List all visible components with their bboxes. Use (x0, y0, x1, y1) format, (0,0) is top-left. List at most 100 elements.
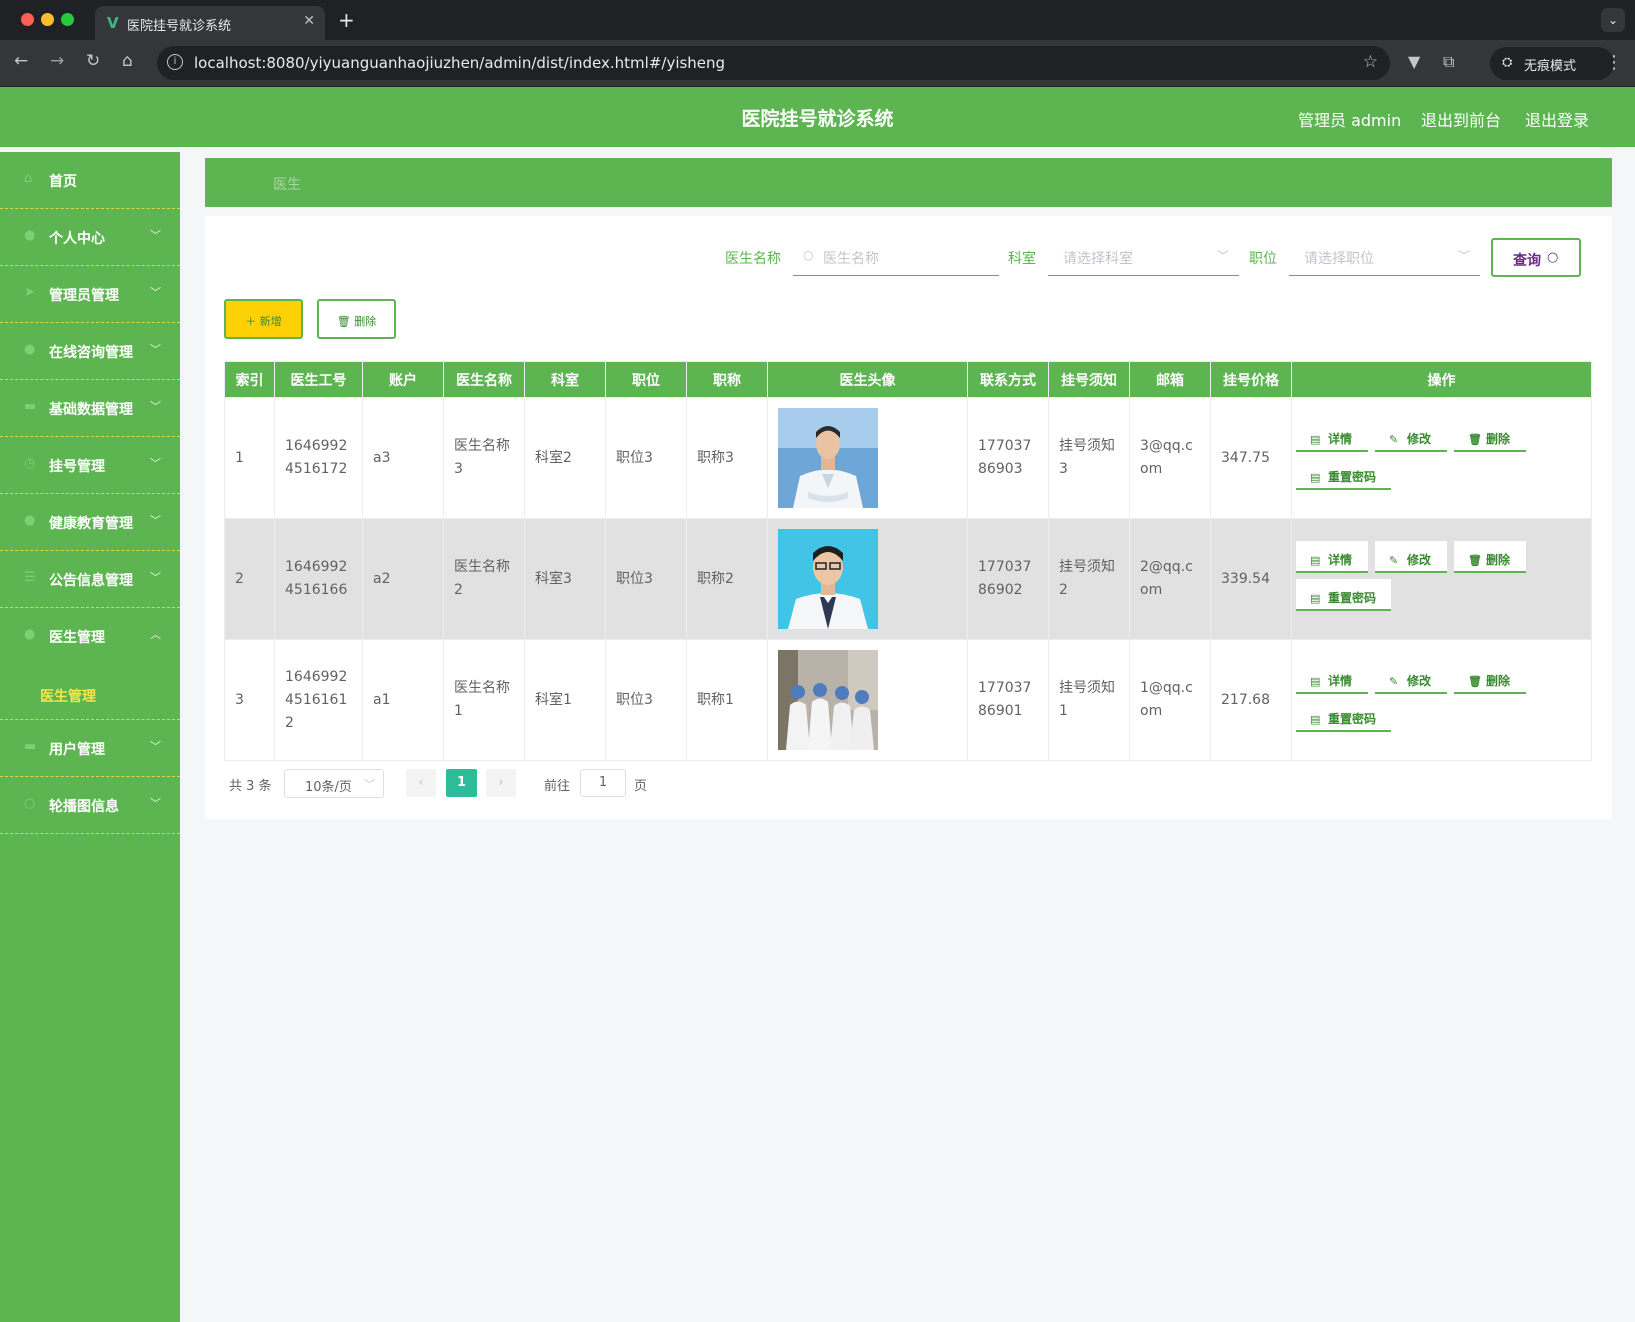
sidebar-item-label: 公告信息管理 (49, 573, 133, 589)
main-panel: 医生名称 ○ 医生名称 科室 请选择科室 ﹀ 职位 请选择职位 ﹀ 查询 ○ ＋… (205, 216, 1612, 819)
column-header: 索引 (224, 361, 275, 398)
forward-icon[interactable]: → (50, 51, 64, 71)
dept-label: 科室 (1008, 251, 1036, 267)
sidebar-item-base-data[interactable]: ▬ 基础数据管理 ﹀ (0, 380, 180, 437)
reset-password-label: 重置密码 (1328, 712, 1377, 726)
user-icon: ● (24, 513, 36, 528)
sidebar-item-label: 用户管理 (49, 742, 105, 758)
sidebar-item-doctor-management[interactable]: ● 医生管理 ︿ (0, 608, 180, 665)
sidebar-item-consult-management[interactable]: ● 在线咨询管理 ﹀ (0, 323, 180, 380)
incognito-badge[interactable]: ⛭ 无痕模式 (1490, 47, 1614, 80)
table-row[interactable]: 3 164699245161612 a1 医生名称1 科室1 职位3 职称1 1… (224, 639, 1592, 761)
column-header: 科室 (524, 361, 606, 398)
reload-icon[interactable]: ↻ (86, 51, 100, 71)
column-header: 账户 (362, 361, 444, 398)
reset-password-button[interactable]: ▤ 重置密码 (1296, 579, 1391, 611)
reset-password-button[interactable]: ▤ 重置密码 (1296, 458, 1391, 490)
circle-icon: ○ (24, 796, 36, 811)
page-number-current[interactable]: 1 (446, 769, 477, 797)
cell-operations: ▤ 详情 ✎ 修改 🗑 删除 ▤ 重置密码 (1291, 518, 1592, 640)
dept-select[interactable]: 请选择科室 ﹀ (1048, 236, 1239, 276)
bookmark-star-icon[interactable]: ☆ (1363, 52, 1378, 72)
cell-dept: 科室1 (524, 639, 606, 761)
list-icon: ☰ (24, 570, 36, 585)
doctor-name-input[interactable]: ○ 医生名称 (793, 236, 999, 276)
doctor-avatar-image (778, 529, 878, 629)
sidebar-item-registration[interactable]: ◷ 挂号管理 ﹀ (0, 437, 180, 494)
reset-password-button[interactable]: ▤ 重置密码 (1296, 700, 1391, 732)
cell-price: 217.68 (1210, 639, 1292, 761)
incognito-label: 无痕模式 (1524, 59, 1577, 74)
back-icon[interactable]: ← (14, 51, 28, 71)
detail-button[interactable]: ▤ 详情 (1296, 420, 1368, 452)
window-minimize-button[interactable] (41, 13, 54, 26)
sidebar-item-label: 基础数据管理 (49, 402, 133, 418)
cell-email: 3@qq.com (1129, 397, 1211, 519)
edit-label: 修改 (1407, 432, 1432, 446)
browser-menu-icon[interactable]: ⋮ (1605, 52, 1623, 73)
sidebar-item-carousel[interactable]: ○ 轮播图信息 ﹀ (0, 777, 180, 834)
vue-devtools-icon[interactable]: ▼ (1408, 52, 1420, 71)
page-size-select[interactable]: 10条/页 ﹀ (284, 769, 384, 798)
delete-button[interactable]: 🗑 删除 (1454, 662, 1526, 694)
query-label: 查询 (1513, 253, 1541, 269)
logout-link[interactable]: 退出登录 (1525, 107, 1589, 131)
tab-search-icon[interactable]: ⌄ (1601, 8, 1625, 32)
edit-button[interactable]: ✎ 修改 (1375, 662, 1447, 694)
browser-tab[interactable]: V 医院挂号就诊系统 ✕ (95, 6, 325, 40)
cell-name: 医生名称1 (443, 639, 525, 761)
sidebar-item-health-education[interactable]: ● 健康教育管理 ﹀ (0, 494, 180, 551)
cell-name: 医生名称2 (443, 518, 525, 640)
add-button[interactable]: ＋ 新增 (224, 299, 303, 339)
url-text[interactable]: localhost:8080/yiyuanguanhaojiuzhen/admi… (194, 54, 725, 72)
edit-button[interactable]: ✎ 修改 (1375, 420, 1447, 452)
goto-page-input[interactable]: 1 (580, 769, 626, 797)
position-select[interactable]: 请选择职位 ﹀ (1289, 236, 1480, 276)
sidebar-item-home[interactable]: ⌂ 首页 (0, 152, 180, 209)
address-bar[interactable]: i localhost:8080/yiyuanguanhaojiuzhen/ad… (157, 46, 1390, 80)
cell-notice: 挂号须知2 (1048, 518, 1130, 640)
submenu-label: 医生管理 (40, 689, 96, 705)
tab-title: 医院挂号就诊系统 (127, 19, 232, 34)
edit-button[interactable]: ✎ 修改 (1375, 541, 1447, 573)
batch-delete-button[interactable]: 🗑 删除 (317, 299, 396, 339)
detail-label: 详情 (1328, 432, 1353, 446)
submenu-item-doctor-management[interactable]: 医生管理 (0, 670, 180, 720)
prev-page-button[interactable]: ‹ (406, 769, 436, 797)
delete-label: 删除 (1486, 553, 1511, 567)
breadcrumb-item[interactable]: 医生 (273, 174, 301, 194)
table-row[interactable]: 1 16469924516172 a3 医生名称3 科室2 职位3 职称3 17… (224, 397, 1592, 519)
site-info-icon[interactable]: i (167, 54, 183, 70)
cell-phone: 17703786902 (967, 518, 1049, 640)
delete-button[interactable]: 🗑 删除 (1454, 541, 1526, 573)
next-page-button[interactable]: › (486, 769, 516, 797)
new-tab-icon[interactable]: + (338, 8, 355, 32)
sidebar-item-announcements[interactable]: ☰ 公告信息管理 ﹀ (0, 551, 180, 608)
sidebar-item-label: 健康教育管理 (49, 516, 133, 532)
delete-button[interactable]: 🗑 删除 (1454, 420, 1526, 452)
search-icon: ○ (803, 248, 814, 262)
extensions-icon[interactable]: ⧉ (1443, 52, 1454, 72)
document-icon: ▤ (1310, 433, 1321, 446)
detail-button[interactable]: ▤ 详情 (1296, 541, 1368, 573)
window-close-button[interactable] (21, 13, 34, 26)
exit-to-front-link[interactable]: 退出到前台 (1421, 107, 1501, 131)
cell-email: 1@qq.com (1129, 639, 1211, 761)
delete-label: 🗑 删除 (319, 313, 394, 329)
page-suffix: 页 (634, 779, 648, 794)
cell-code: 164699245161612 (274, 639, 363, 761)
tab-close-icon[interactable]: ✕ (303, 13, 315, 29)
table-row[interactable]: 2 16469924516166 a2 医生名称2 科室3 职位3 职称2 17… (224, 518, 1592, 640)
window-maximize-button[interactable] (61, 13, 74, 26)
query-button[interactable]: 查询 ○ (1491, 238, 1581, 277)
sidebar-item-admin-management[interactable]: ➤ 管理员管理 ﹀ (0, 266, 180, 323)
cell-account: a2 (362, 518, 444, 640)
cell-dept: 科室3 (524, 518, 606, 640)
monitor-icon: ▬ (24, 739, 37, 754)
sidebar-item-user-management[interactable]: ▬ 用户管理 ﹀ (0, 720, 180, 777)
home-icon[interactable]: ⌂ (122, 51, 133, 71)
home-icon: ⌂ (24, 171, 33, 186)
detail-button[interactable]: ▤ 详情 (1296, 662, 1368, 694)
sidebar-item-personal-center[interactable]: ● 个人中心 ﹀ (0, 209, 180, 266)
cell-phone: 17703786903 (967, 397, 1049, 519)
